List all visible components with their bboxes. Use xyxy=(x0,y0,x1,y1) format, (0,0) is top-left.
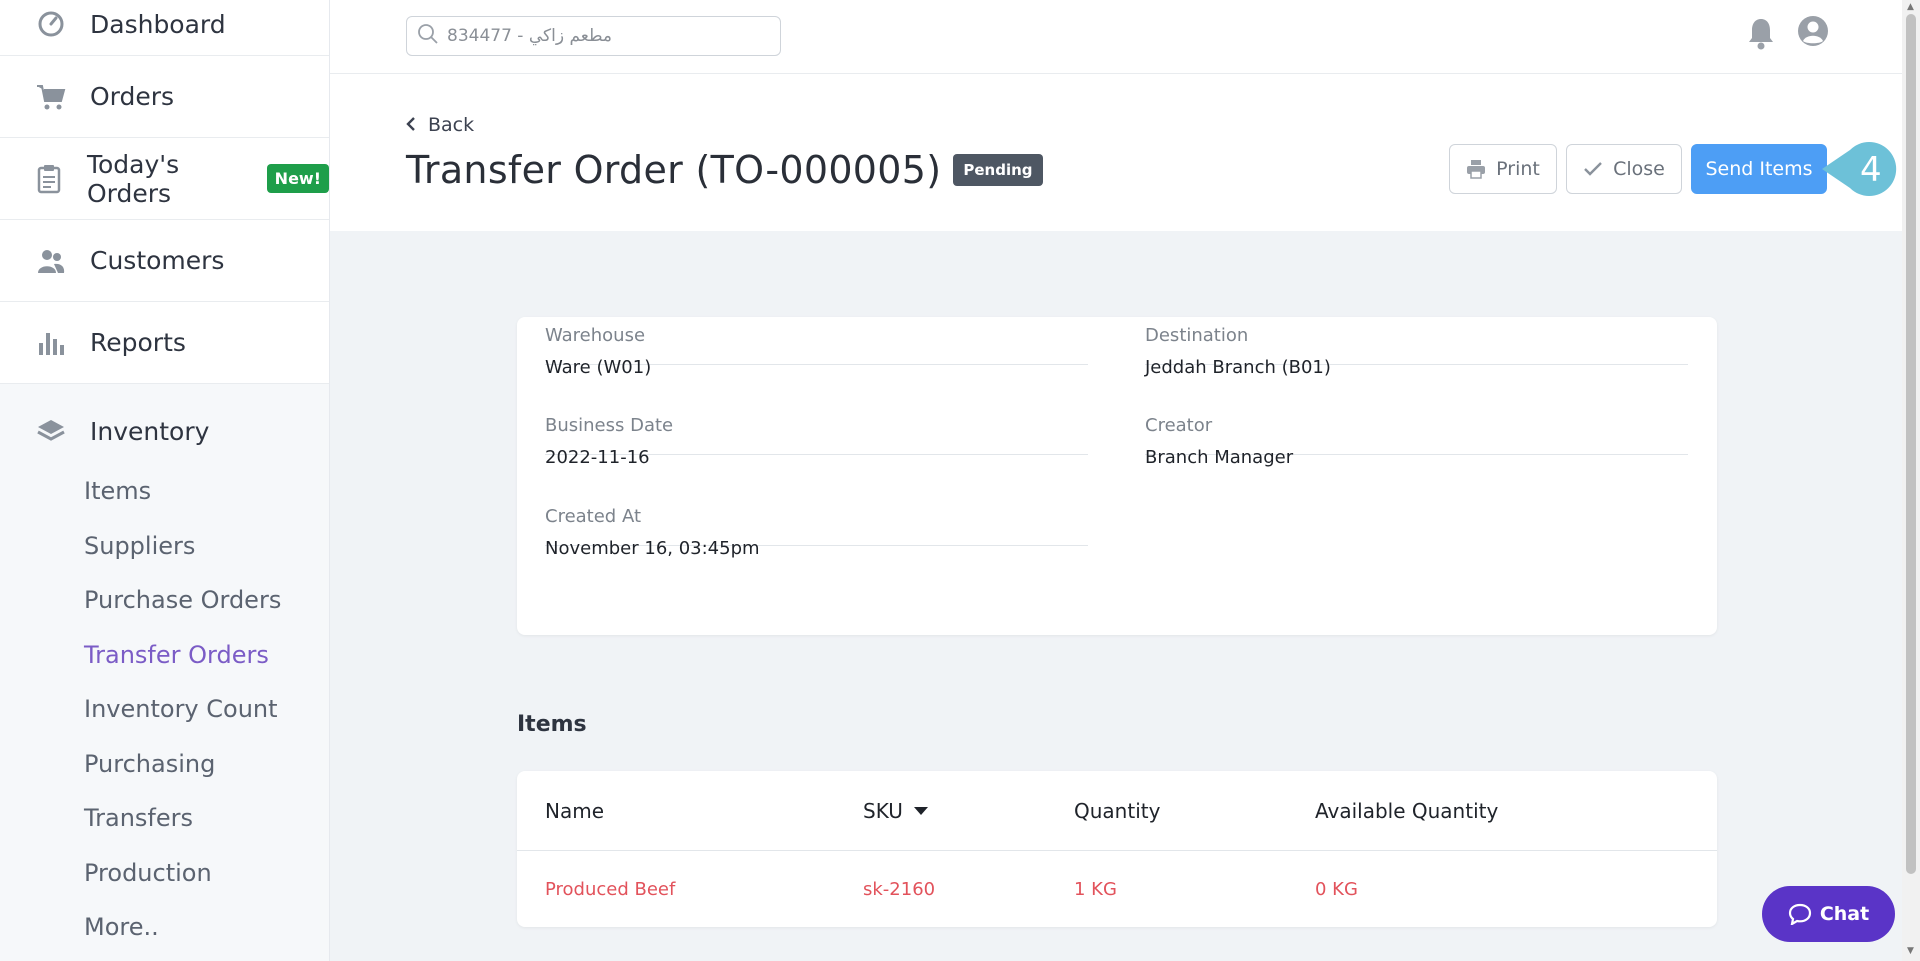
chat-label: Chat xyxy=(1819,903,1870,925)
column-header-name[interactable]: Name xyxy=(545,799,604,823)
cell-quantity: 1 KG xyxy=(1074,879,1117,900)
send-items-label: Send Items xyxy=(1705,158,1813,180)
chevron-left-icon xyxy=(406,114,416,136)
sidebar-subitem-items[interactable]: Items xyxy=(0,464,329,519)
warehouse-label: Warehouse xyxy=(545,325,646,346)
sidebar-subitem-suppliers[interactable]: Suppliers xyxy=(0,519,329,574)
sidebar-item-reports[interactable]: Reports xyxy=(0,302,329,384)
search-icon xyxy=(417,23,439,49)
top-bar xyxy=(330,0,1902,74)
created-at-label: Created At xyxy=(545,506,642,527)
step-marker: 4 xyxy=(1822,134,1902,204)
sidebar-item-label: Customers xyxy=(90,246,225,275)
cell-sku: sk-2160 xyxy=(863,879,936,900)
transfer-details-card: Warehouse Ware (W01) Destination Jeddah … xyxy=(517,317,1717,635)
sidebar-subitem-inventory-count[interactable]: Inventory Count xyxy=(0,682,329,737)
column-header-quantity[interactable]: Quantity xyxy=(1074,799,1160,823)
sidebar-item-label: Orders xyxy=(90,82,175,111)
sidebar-item-inventory[interactable]: Inventory xyxy=(0,384,329,464)
creator-value: Branch Manager xyxy=(1145,447,1294,468)
status-badge: Pending xyxy=(953,154,1043,186)
created-at-value: November 16, 03:45pm xyxy=(545,538,760,559)
close-button[interactable]: Close xyxy=(1566,144,1682,194)
column-header-available-quantity[interactable]: Available Quantity xyxy=(1315,799,1498,823)
sort-desc-icon xyxy=(913,806,929,816)
print-button[interactable]: Print xyxy=(1449,144,1557,194)
search-box[interactable] xyxy=(406,16,781,56)
destination-value: Jeddah Branch (B01) xyxy=(1145,357,1331,378)
new-badge: New! xyxy=(266,164,329,193)
sidebar-item-todays-orders[interactable]: Today's Orders New! xyxy=(0,138,329,220)
page-scrollbar[interactable]: ▲ ▼ xyxy=(1902,0,1920,961)
warehouse-value: Ware (W01) xyxy=(545,357,652,378)
page-header: Back Transfer Order (TO-000005) Pending … xyxy=(330,74,1902,231)
layers-icon xyxy=(36,416,66,446)
scrollbar-thumb[interactable] xyxy=(1906,14,1916,874)
users-icon xyxy=(36,246,66,276)
back-label: Back xyxy=(428,114,475,136)
sidebar-item-orders[interactable]: Orders xyxy=(0,56,329,138)
chat-bubble-icon xyxy=(1788,903,1812,925)
cell-name: Produced Beef xyxy=(545,879,676,900)
page-title: Transfer Order (TO-000005) xyxy=(406,148,942,192)
table-row[interactable]: Produced Beef sk-2160 1 KG 0 KG xyxy=(517,851,1717,927)
column-header-sku[interactable]: SKU xyxy=(863,799,929,823)
gauge-icon xyxy=(36,9,66,39)
sidebar-subitem-production[interactable]: Production xyxy=(0,846,329,901)
print-label: Print xyxy=(1496,158,1540,180)
sidebar-item-dashboard[interactable]: Dashboard xyxy=(0,0,329,56)
clipboard-icon xyxy=(36,164,63,194)
creator-field: Creator Branch Manager xyxy=(1145,389,1688,468)
cart-icon xyxy=(36,82,66,112)
sidebar-subitem-transfer-orders[interactable]: Transfer Orders xyxy=(0,628,329,683)
back-link[interactable]: Back xyxy=(406,114,474,136)
bar-chart-icon xyxy=(36,328,66,358)
sidebar: Dashboard Orders Today's Orders New! Cus… xyxy=(0,0,330,961)
check-icon xyxy=(1583,161,1603,177)
sidebar-subitem-transfers[interactable]: Transfers xyxy=(0,791,329,846)
sidebar-item-label: Dashboard xyxy=(90,10,226,39)
sidebar-subitem-purchasing[interactable]: Purchasing xyxy=(0,737,329,792)
warehouse-field: Warehouse Ware (W01) xyxy=(545,299,1088,378)
send-items-button[interactable]: Send Items xyxy=(1691,144,1827,194)
business-date-label: Business Date xyxy=(545,415,674,436)
step-number: 4 xyxy=(1860,150,1882,190)
sidebar-subitem-purchase-orders[interactable]: Purchase Orders xyxy=(0,573,329,628)
business-date-field: Business Date 2022-11-16 xyxy=(545,389,1088,468)
user-avatar-icon[interactable] xyxy=(1796,14,1830,48)
inventory-group: Inventory Items Suppliers Purchase Order… xyxy=(0,384,329,961)
close-label: Close xyxy=(1613,158,1665,180)
destination-label: Destination xyxy=(1145,325,1249,346)
creator-label: Creator xyxy=(1145,415,1213,436)
search-input[interactable] xyxy=(447,26,767,46)
cell-available-quantity: 0 KG xyxy=(1315,879,1358,900)
destination-field: Destination Jeddah Branch (B01) xyxy=(1145,299,1688,378)
sidebar-item-label: Reports xyxy=(90,328,186,357)
chat-button[interactable]: Chat xyxy=(1762,886,1895,942)
bell-icon[interactable] xyxy=(1746,16,1778,50)
scroll-down-arrow-icon[interactable]: ▼ xyxy=(1907,946,1914,956)
items-section-title: Items xyxy=(517,712,587,737)
sidebar-item-label: Today's Orders xyxy=(86,149,180,208)
column-header-label: SKU xyxy=(863,799,903,823)
sidebar-item-label: Inventory xyxy=(90,416,210,446)
sidebar-item-customers[interactable]: Customers xyxy=(0,220,329,302)
business-date-value: 2022-11-16 xyxy=(545,447,650,468)
printer-icon xyxy=(1466,159,1486,179)
title-row: Transfer Order (TO-000005) Pending xyxy=(406,148,1043,192)
table-header-row: Name SKU Quantity Available Quantity xyxy=(517,771,1717,851)
created-at-field: Created At November 16, 03:45pm xyxy=(545,480,1088,559)
scroll-up-arrow-icon[interactable]: ▲ xyxy=(1907,2,1914,12)
items-table: Name SKU Quantity Available Quantity Pro… xyxy=(517,771,1717,927)
sidebar-subitem-more[interactable]: More.. xyxy=(0,900,329,955)
